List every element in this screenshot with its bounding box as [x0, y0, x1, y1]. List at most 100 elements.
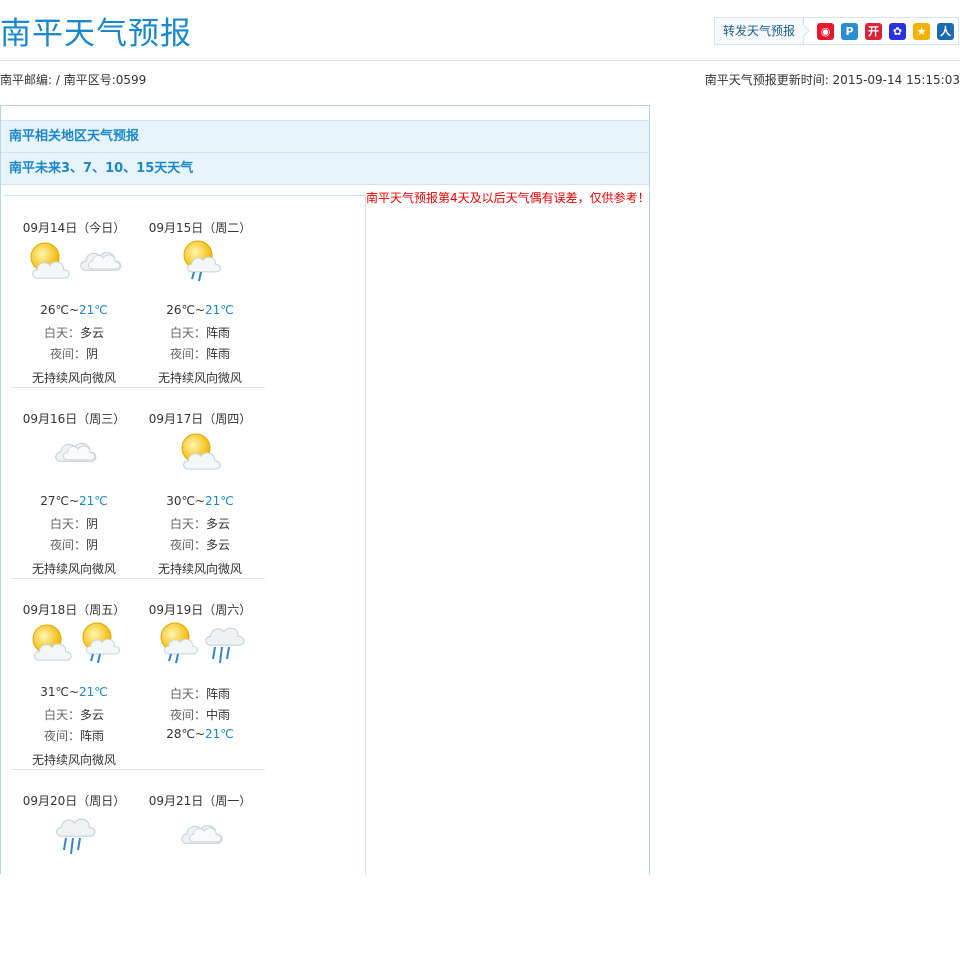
condition-label: 夜间： [169, 708, 206, 722]
condition-label: 白天： [49, 517, 86, 531]
condition-value: 阵雨 [80, 729, 105, 743]
renren-icon[interactable]: 人 [937, 22, 954, 40]
condition-value: 多云 [80, 326, 105, 340]
temperature-range: 28℃~21℃ [137, 727, 263, 741]
forecast-panel: 南平相关地区天气预报 南平未来3、7、10、15天天气 南平天气预报第4天及以后… [0, 105, 650, 875]
sun-shower-icon [178, 239, 222, 286]
cloud-icon [50, 430, 98, 477]
day-date: 09月15日（周二） [148, 221, 252, 235]
rain-icon [201, 619, 245, 670]
condition-value: 中雨 [206, 708, 231, 722]
day-date: 09月17日（周四） [148, 412, 252, 426]
condition-label: 夜间： [169, 347, 206, 361]
condition-value: 阵雨 [206, 347, 231, 361]
day-date: 09月14日（今日） [22, 221, 126, 235]
sun-cloud-icon [27, 621, 75, 668]
sun-shower-icon [77, 621, 121, 668]
temp-low: 21℃ [205, 494, 234, 508]
share-bar: 转发天气预报 ◉ P 开 ✿ ★ 人 [713, 17, 959, 45]
condition-label: 白天： [169, 517, 206, 531]
condition-label: 白天： [43, 326, 80, 340]
condition-value: 阵雨 [206, 326, 231, 340]
wind-info: 无持续风向微风 [31, 753, 116, 767]
wind-info: 无持续风向微风 [31, 371, 116, 385]
weibo-icon[interactable]: ◉ [817, 22, 834, 40]
weather-icons [11, 620, 137, 668]
condition-label: 白天： [169, 687, 206, 701]
temp-low: 21℃ [79, 494, 108, 508]
forecast-row: 09月16日（周三） 27℃~21℃ 白天：阴 夜间：阴 无持续风向微风 09月17日（周… [11, 387, 265, 579]
day-date: 09月16日（周三） [22, 412, 126, 426]
weather-condition: 夜间：阵雨 [11, 727, 137, 744]
weather-condition: 白天：多云 [11, 324, 137, 341]
condition-label: 白天： [169, 326, 206, 340]
temp-high: 31℃~ [40, 685, 80, 699]
condition-value: 多云 [206, 517, 231, 531]
condition-value: 阵雨 [206, 687, 231, 701]
temp-high: 26℃~ [166, 303, 206, 317]
wind-info: 无持续风向微风 [31, 562, 116, 576]
forecast-row: 09月20日（周日） 09月21日（周一） [11, 769, 265, 960]
weather-condition: 白天：多云 [137, 515, 263, 532]
weather-condition: 白天：阵雨 [137, 324, 263, 341]
weather-icons [137, 238, 263, 286]
weather-condition: 夜间：多云 [137, 536, 263, 553]
kaixin-icon[interactable]: 开 [865, 22, 882, 40]
condition-label: 夜间： [49, 538, 86, 552]
weather-condition: 夜间：阴 [11, 536, 137, 553]
condition-value: 阴 [86, 538, 99, 552]
condition-value: 多云 [206, 538, 231, 552]
temp-high: 26℃~ [40, 303, 80, 317]
weather-condition: 白天：多云 [11, 706, 137, 723]
weather-condition: 白天：阴 [11, 515, 137, 532]
temperature-range: 27℃~21℃ [11, 494, 137, 508]
weather-icons [137, 429, 263, 477]
qq-space-icon[interactable]: ★ [913, 22, 930, 40]
weather-icons [11, 238, 137, 286]
weather-icons [137, 811, 263, 859]
condition-value: 多云 [80, 708, 105, 722]
wind-info: 无持续风向微风 [157, 562, 242, 576]
weather-icons [137, 620, 263, 668]
day-date: 09月20日（周日） [22, 794, 126, 808]
sun-cloud-icon [25, 239, 73, 286]
rain-icon [52, 810, 96, 861]
temperature-range: 31℃~21℃ [11, 685, 137, 699]
day-date: 09月21日（周一） [148, 794, 252, 808]
temperature-range: 30℃~21℃ [137, 494, 263, 508]
qzone-icon[interactable]: P [841, 22, 858, 40]
temperature-range: 26℃~21℃ [137, 303, 263, 317]
accuracy-note: 南平天气预报第4天及以后天气偶有误差，仅供参考！ [366, 191, 650, 205]
cloud-icon [176, 812, 224, 859]
cloud-icon [75, 239, 123, 286]
page-title: 南平天气预报 [0, 16, 192, 52]
temp-high: 30℃~ [166, 494, 206, 508]
related-areas-bar[interactable]: 南平相关地区天气预报 [1, 120, 649, 153]
weather-condition: 白天：阵雨 [137, 685, 263, 702]
weather-condition: 夜间：阴 [11, 345, 137, 362]
forecast-row: 09月18日（周五） 31℃~21℃ 白天：多云 夜间：阵雨 无持续风向微风 09月19日… [11, 578, 265, 770]
weather-icons [11, 429, 137, 477]
forecast-row: 09月14日（今日） 26℃~21℃ 白天：多云 夜间：阴 无持续风向微风 09月15日（… [11, 196, 265, 388]
future-days-bar[interactable]: 南平未来3、7、10、15天天气 [1, 153, 649, 185]
temp-low: 21℃ [205, 727, 234, 741]
temp-low: 21℃ [79, 303, 108, 317]
day-date: 09月19日（周六） [148, 603, 252, 617]
weather-condition: 夜间：中雨 [137, 706, 263, 723]
postal-area-codes: 南平邮编: / 南平区号:0599 [0, 73, 147, 87]
condition-label: 夜间： [43, 729, 80, 743]
temp-low: 21℃ [79, 685, 108, 699]
condition-value: 阴 [86, 347, 99, 361]
condition-value: 阴 [86, 517, 99, 531]
share-icons: ◉ P 开 ✿ ★ 人 [804, 22, 958, 40]
wind-info: 无持续风向微风 [157, 371, 242, 385]
day-date: 09月18日（周五） [22, 603, 126, 617]
weather-icons [11, 811, 137, 859]
baidu-icon[interactable]: ✿ [889, 22, 906, 40]
temperature-range: 26℃~21℃ [11, 303, 137, 317]
temp-high: 27℃~ [40, 494, 80, 508]
temp-high: 28℃~ [166, 727, 206, 741]
daily-forecast-list: 09月14日（今日） 26℃~21℃ 白天：多云 夜间：阴 无持续风向微风 09月15日（… [3, 195, 366, 875]
temp-low: 21℃ [205, 303, 234, 317]
condition-label: 白天： [43, 708, 80, 722]
